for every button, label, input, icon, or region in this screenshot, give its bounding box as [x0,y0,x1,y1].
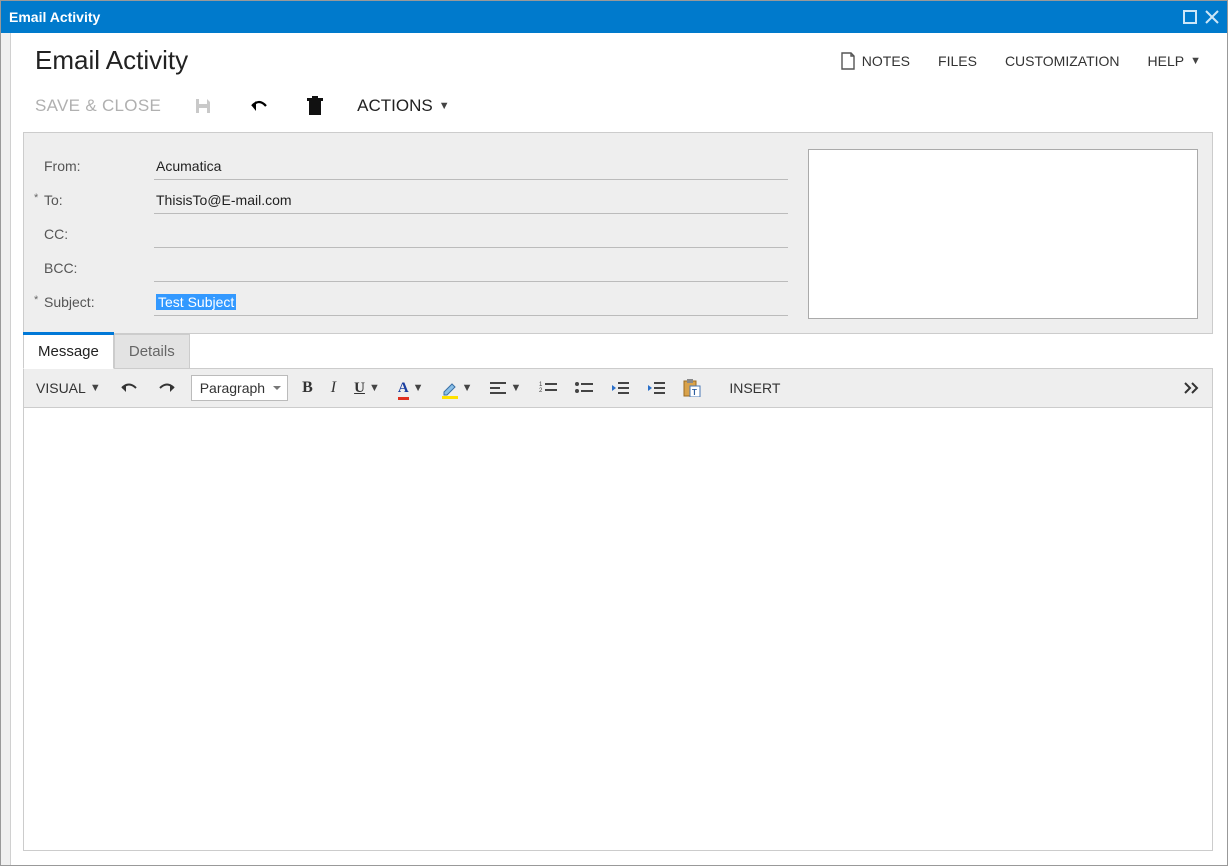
chevron-down-icon: ▼ [462,382,473,394]
chevron-down-icon: ▼ [439,100,450,112]
actions-dropdown[interactable]: ACTIONS ▼ [357,96,449,116]
align-icon [490,381,506,395]
notes-button[interactable]: NOTES [840,52,910,70]
editor-toolbar: VISUAL ▼ Paragraph B [24,368,1212,408]
to-label: To: [44,192,154,208]
underline-icon: U [354,380,365,397]
page-header: Email Activity NOTES FILES CUSTOMIZATION… [11,33,1225,82]
bullet-list-button[interactable] [571,378,597,398]
outdent-button[interactable] [607,378,633,398]
outdent-icon [611,381,629,395]
bold-icon: B [302,379,313,397]
actions-label: ACTIONS [357,96,433,116]
visual-mode-button[interactable]: VISUAL ▼ [32,377,105,399]
chevron-down-icon: ▼ [1190,55,1201,67]
editor-redo-button[interactable] [153,378,181,398]
message-body-editor[interactable] [24,408,1212,850]
indent-icon [647,381,665,395]
italic-icon: I [331,379,336,397]
svg-text:T: T [692,388,697,397]
chevron-down-icon: ▼ [510,382,521,394]
chevron-down-icon: ▼ [413,382,424,394]
chevron-down-icon: ▼ [90,382,101,394]
from-label: From: [44,158,154,174]
email-activity-window: Email Activity Email Activity NOTES [0,0,1228,866]
window-title: Email Activity [9,9,100,25]
insert-label: INSERT [729,380,780,396]
notes-label: NOTES [862,53,910,69]
bold-button[interactable]: B [298,376,317,400]
notes-icon [840,52,856,70]
bullet-list-icon [575,381,593,395]
customization-label: CUSTOMIZATION [1005,53,1120,69]
help-button[interactable]: HELP ▼ [1148,53,1201,69]
redo-icon [157,381,177,395]
chevron-down-icon: ▼ [369,382,380,394]
main-toolbar: SAVE & CLOSE ACTIONS ▼ [11,82,1225,132]
italic-button[interactable]: I [327,376,340,400]
highlight-button[interactable]: ▼ [438,377,477,399]
editor-undo-button[interactable] [115,378,143,398]
ordered-list-button[interactable]: 12 [535,378,561,398]
cc-input[interactable] [154,220,788,248]
from-row: From: Acumatica [44,149,788,183]
bcc-input[interactable] [154,254,788,282]
ordered-list-icon: 12 [539,381,557,395]
preview-box [808,149,1198,319]
indent-button[interactable] [643,378,669,398]
underline-button[interactable]: U ▼ [350,377,384,400]
chevrons-right-icon [1184,382,1200,394]
to-input[interactable]: ThisisTo@E-mail.com [154,186,788,214]
save-button[interactable] [189,92,217,120]
email-fields: From: Acumatica To: ThisisTo@E-mail.com … [44,149,788,319]
window-titlebar: Email Activity [1,1,1227,33]
subject-input[interactable]: Test Subject [154,288,788,316]
paragraph-style-select[interactable]: Paragraph [191,375,288,401]
header-actions: NOTES FILES CUSTOMIZATION HELP ▼ [840,52,1201,70]
paste-special-button[interactable]: T [679,376,705,400]
page-title: Email Activity [35,45,188,76]
maximize-icon[interactable] [1183,10,1197,24]
cc-label: CC: [44,226,154,242]
content-area: Email Activity NOTES FILES CUSTOMIZATION… [11,33,1225,863]
bcc-label: BCC: [44,260,154,276]
close-icon[interactable] [1205,10,1219,24]
paragraph-label: Paragraph [200,380,265,396]
to-row: To: ThisisTo@E-mail.com [44,183,788,217]
subject-row: Subject: Test Subject [44,285,788,319]
files-button[interactable]: FILES [938,53,977,69]
delete-button[interactable] [301,92,329,120]
undo-icon [248,98,270,114]
font-color-icon: A [398,379,409,397]
trash-icon [306,96,324,116]
svg-text:2: 2 [539,388,543,394]
undo-button[interactable] [245,92,273,120]
help-label: HELP [1148,53,1185,69]
undo-icon [119,381,139,395]
tab-message[interactable]: Message [23,334,114,369]
window-controls [1183,10,1219,24]
editor-panel: VISUAL ▼ Paragraph B [23,368,1213,851]
save-icon [193,96,213,116]
font-color-button[interactable]: A ▼ [394,376,428,400]
customization-button[interactable]: CUSTOMIZATION [1005,53,1120,69]
visual-label: VISUAL [36,380,86,396]
align-button[interactable]: ▼ [486,378,525,398]
cc-row: CC: [44,217,788,251]
bcc-row: BCC: [44,251,788,285]
tabs: Message Details [23,333,1213,368]
email-form-panel: From: Acumatica To: ThisisTo@E-mail.com … [23,132,1213,334]
background-sliver [1,33,11,865]
subject-label: Subject: [44,294,154,310]
save-close-button[interactable]: SAVE & CLOSE [35,96,161,116]
tab-details[interactable]: Details [114,334,190,369]
clipboard-icon: T [683,379,701,397]
from-input[interactable]: Acumatica [154,152,788,180]
insert-button[interactable]: INSERT [725,377,784,399]
toolbar-overflow-button[interactable] [1180,379,1204,397]
highlight-icon [442,380,458,396]
files-label: FILES [938,53,977,69]
